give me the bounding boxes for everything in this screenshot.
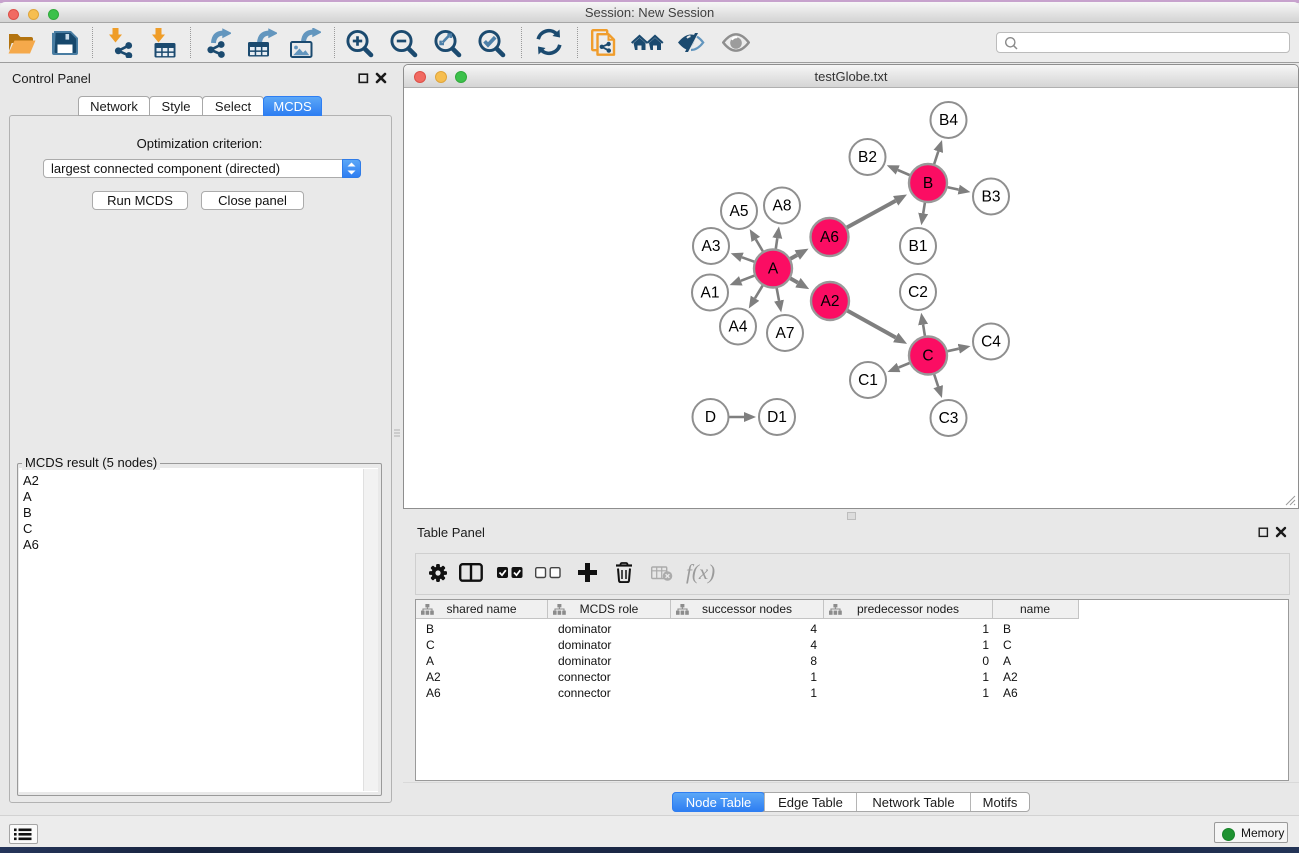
svg-text:A1: A1 xyxy=(701,285,720,302)
svg-text:B4: B4 xyxy=(939,112,958,129)
svg-text:A4: A4 xyxy=(729,319,748,336)
svg-text:A3: A3 xyxy=(702,238,721,255)
svg-text:A8: A8 xyxy=(773,198,792,215)
svg-text:B1: B1 xyxy=(909,238,928,255)
svg-text:B2: B2 xyxy=(858,149,877,166)
svg-text:A5: A5 xyxy=(730,203,749,220)
svg-text:C4: C4 xyxy=(981,334,1001,351)
svg-text:A6: A6 xyxy=(820,229,839,246)
svg-text:D: D xyxy=(705,409,716,426)
svg-text:A: A xyxy=(768,261,779,278)
svg-text:A7: A7 xyxy=(776,325,795,342)
svg-text:C1: C1 xyxy=(858,372,878,389)
svg-text:C: C xyxy=(922,348,933,365)
svg-text:A2: A2 xyxy=(821,293,840,310)
svg-text:C2: C2 xyxy=(908,284,928,301)
svg-text:D1: D1 xyxy=(767,409,787,426)
svg-text:B: B xyxy=(923,175,933,192)
svg-text:B3: B3 xyxy=(982,189,1001,206)
svg-text:C3: C3 xyxy=(939,410,959,427)
